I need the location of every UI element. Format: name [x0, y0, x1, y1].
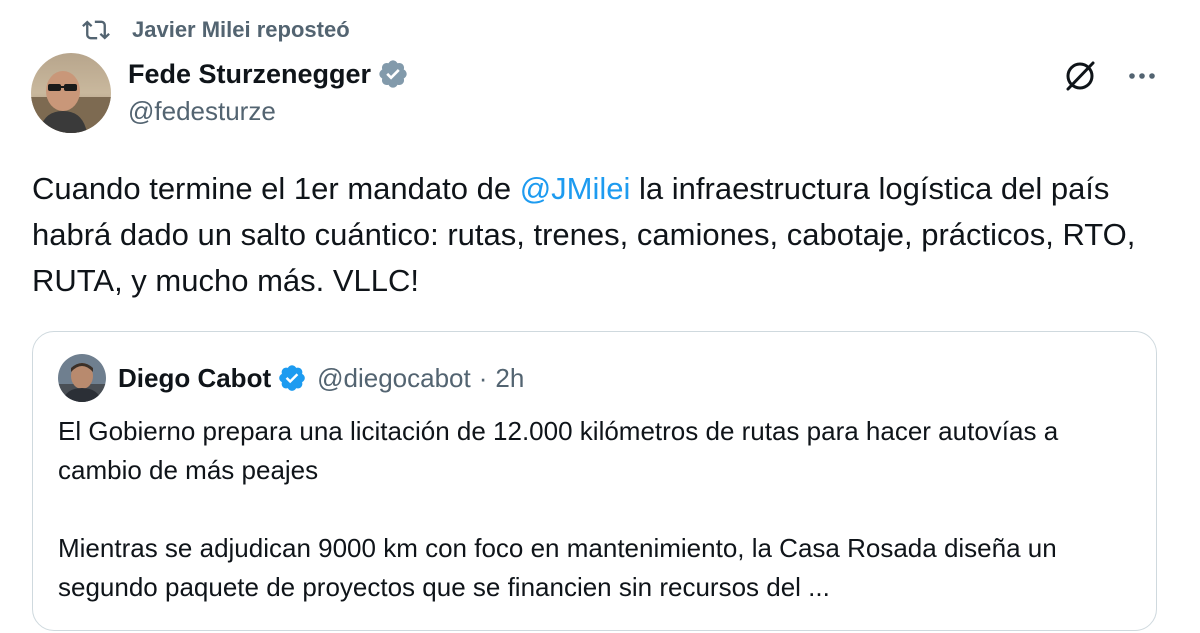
quoted-avatar-photo — [58, 354, 106, 402]
quoted-tweet-body: El Gobierno prepara una licitación de 12… — [58, 412, 1128, 607]
quoted-paragraph-2: Mientras se adjudican 9000 km con foco e… — [58, 533, 1057, 602]
quoted-separator: · — [478, 362, 488, 393]
tweet-text-part-1: Cuando termine el 1er mandato de — [32, 171, 520, 206]
quoted-author-handle[interactable]: @diegocabot — [317, 363, 471, 394]
author-handle[interactable]: @fedesturze — [128, 96, 409, 127]
tweet-card[interactable]: Javier Milei reposteó Fede Sturzenegger — [0, 0, 1200, 633]
verified-badge-icon[interactable] — [377, 58, 409, 90]
quoted-tweet-header: Diego Cabot @diegocabot · 2h — [58, 354, 524, 402]
more-options-icon[interactable] — [1122, 56, 1162, 96]
quoted-author-avatar[interactable] — [58, 354, 106, 402]
author-block: Fede Sturzenegger @fedesturze — [128, 54, 409, 127]
author-avatar[interactable] — [31, 53, 111, 133]
mention-link[interactable]: @JMilei — [520, 171, 631, 206]
quoted-paragraph-1: El Gobierno prepara una licitación de 12… — [58, 416, 1059, 485]
tweet-text: Cuando termine el 1er mandato de @JMilei… — [32, 166, 1172, 304]
avatar-photo — [31, 53, 111, 133]
grok-icon[interactable] — [1060, 56, 1100, 96]
repost-label: Javier Milei reposteó — [132, 17, 350, 42]
repost-icon — [82, 20, 110, 40]
top-actions — [1060, 56, 1162, 96]
quoted-tweet[interactable]: Diego Cabot @diegocabot · 2h El Gobierno… — [32, 331, 1157, 631]
author-name[interactable]: Fede Sturzenegger — [128, 59, 371, 90]
repost-indicator[interactable]: Javier Milei reposteó — [82, 14, 350, 46]
quoted-author-name[interactable]: Diego Cabot — [118, 363, 271, 394]
quoted-verified-badge-icon[interactable] — [277, 363, 307, 393]
quoted-timestamp[interactable]: 2h — [495, 363, 524, 394]
